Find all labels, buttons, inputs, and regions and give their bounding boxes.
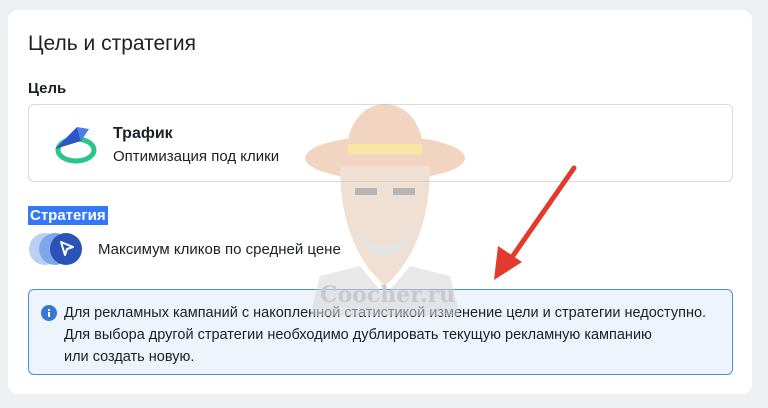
goal-option-traffic[interactable]: Трафик Оптимизация под клики <box>28 104 733 182</box>
info-text: Для рекламных кампаний с накопленной ста… <box>64 302 734 368</box>
goal-option-subtitle: Оптимизация под клики <box>113 148 280 165</box>
info-icon <box>41 305 57 321</box>
info-line-1: Для рекламных кампаний с накопленной ста… <box>64 305 707 321</box>
info-line-3: или создать новую. <box>64 349 195 365</box>
cursor-click-icon <box>29 233 82 265</box>
info-line-2: Для выбора другой стратегии необходимо д… <box>64 327 652 343</box>
goal-strategy-card: Цель и стратегия Цель Трафик Оптимизация… <box>8 10 752 394</box>
goal-option-title: Трафик <box>113 125 173 142</box>
info-notice: Для рекламных кампаний с накопленной ста… <box>28 289 733 375</box>
strategy-label: Стратегия <box>28 206 108 225</box>
strategy-value: Максимум кликов по средней цене <box>98 241 341 258</box>
goal-label: Цель <box>28 80 67 97</box>
traffic-arrow-icon <box>55 127 97 164</box>
section-title: Цель и стратегия <box>28 32 196 55</box>
